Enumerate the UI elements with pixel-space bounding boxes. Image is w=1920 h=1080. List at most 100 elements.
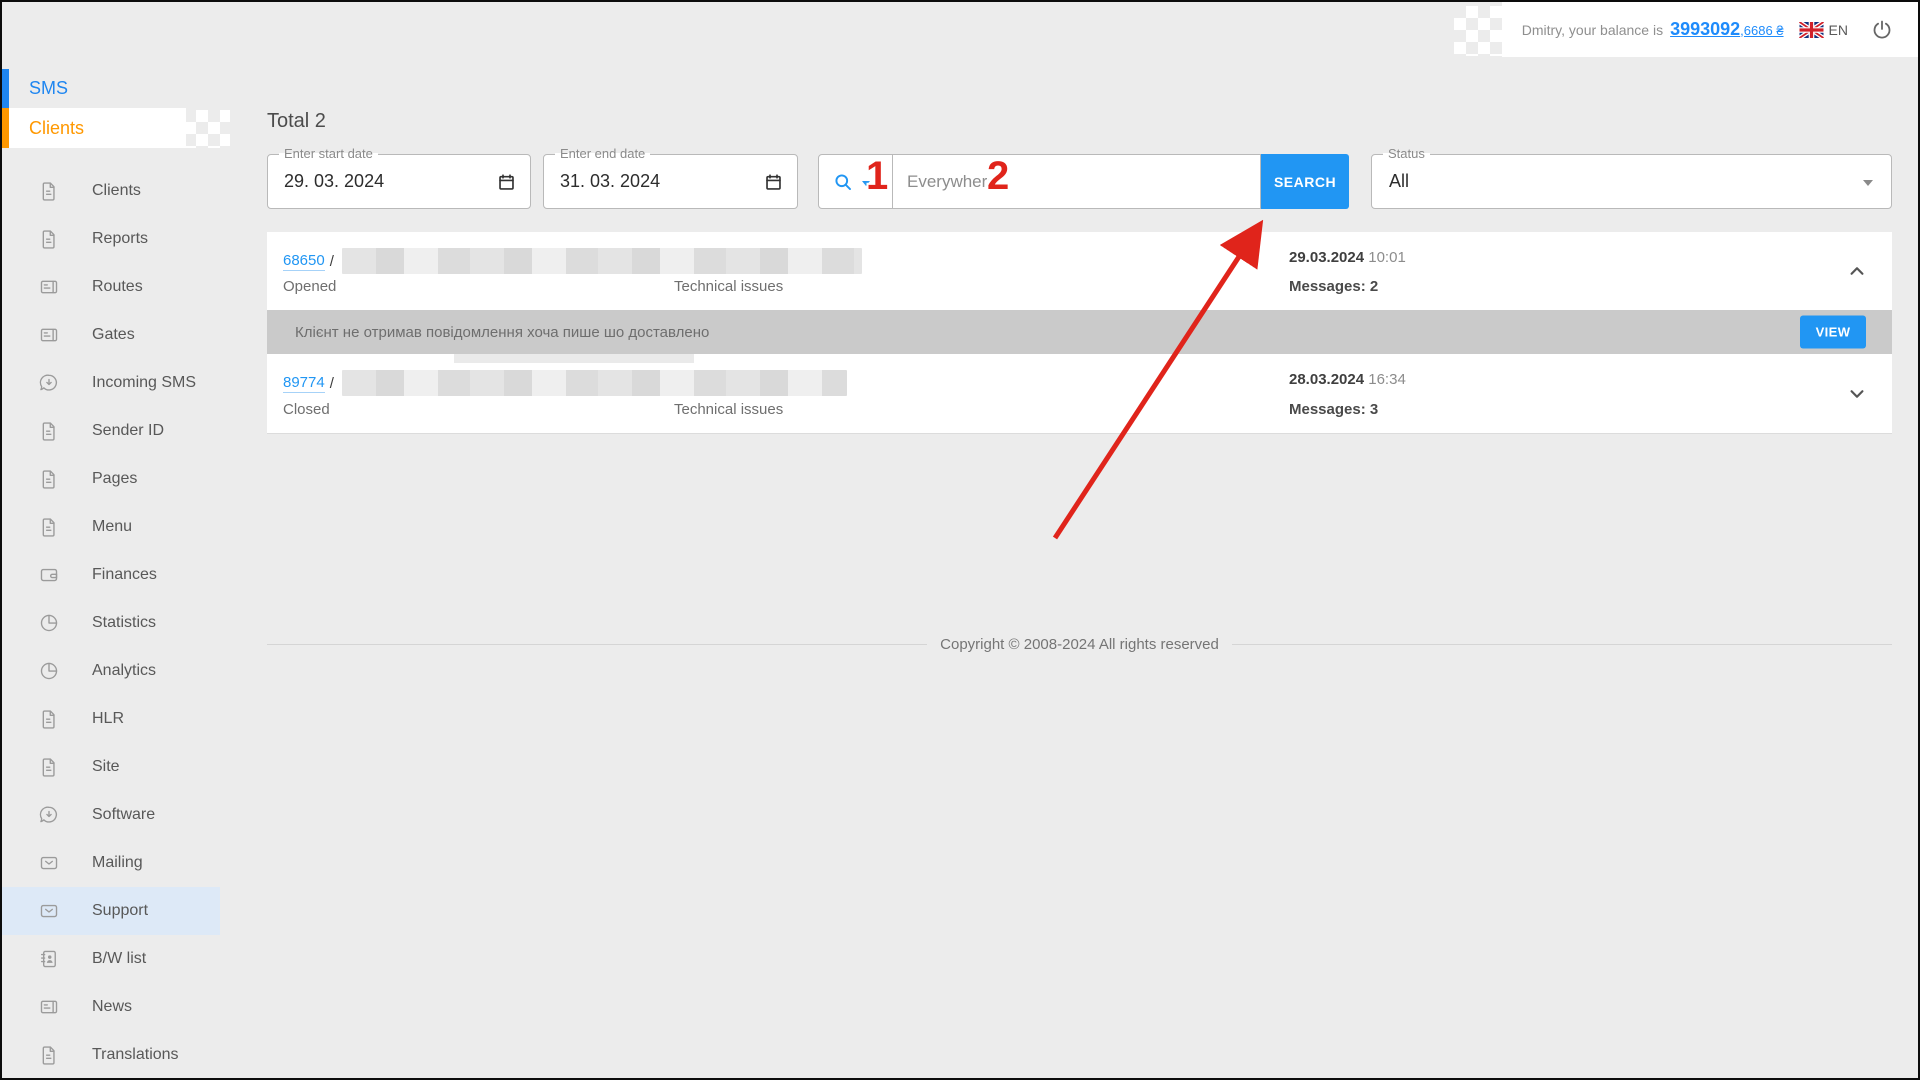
total-count-label: Total 2 [267, 110, 326, 133]
document-icon [38, 228, 60, 250]
footer-divider [1232, 644, 1892, 645]
search-query-field[interactable] [892, 154, 1261, 209]
ticket-category: Technical issues [674, 278, 783, 295]
annotation-number-2: 2 [987, 154, 1009, 199]
ticket-separator: / [330, 375, 334, 392]
sidebar-item-label: B/W list [92, 950, 146, 968]
ticket-id-link[interactable]: 68650 [283, 252, 325, 271]
sidebar-item-reports[interactable]: Reports [2, 215, 220, 263]
pie-chart-icon [38, 660, 60, 682]
sidebar-item-news[interactable]: News [2, 983, 220, 1031]
balance-label: Dmitry, your balance is [1522, 22, 1663, 38]
chevron-up-icon[interactable] [1844, 258, 1870, 284]
sidebar-item-gates[interactable]: Gates [2, 311, 220, 359]
envelope-icon [38, 852, 60, 874]
document-icon [38, 516, 60, 538]
list-card-icon [38, 324, 60, 346]
ticket-status: Closed [283, 401, 330, 418]
sidebar-nav: Clients Reports Routes Gates Incoming SMS Sen… [2, 167, 220, 1079]
status-value: All [1389, 171, 1409, 192]
search-query-input[interactable] [893, 155, 1260, 208]
sidebar-section-sms[interactable]: SMS [2, 69, 220, 108]
download-bubble-icon [38, 372, 60, 394]
ticket-time: 16:34 [1368, 371, 1406, 388]
sidebar-section-clients-label: Clients [29, 118, 84, 139]
status-select[interactable]: Status All [1371, 154, 1892, 209]
sidebar-item-b-w-list[interactable]: B/W list [2, 935, 220, 983]
balance-link[interactable]: 3993092,6686 ₴ [1670, 19, 1783, 40]
ticket-message-text: Клієнт не отримав повідомлення хоча пише… [295, 324, 709, 341]
ticket-messages-count: Messages: 3 [1289, 401, 1378, 418]
sidebar-item-label: Clients [92, 182, 141, 200]
calendar-icon[interactable] [496, 172, 517, 193]
ticket-id-link[interactable]: 89774 [283, 374, 325, 393]
ticket-category: Technical issues [674, 401, 783, 418]
sidebar-item-label: Sender ID [92, 422, 164, 440]
ticket-id-line: 68650/ [283, 248, 862, 274]
sidebar-item-incoming-sms[interactable]: Incoming SMS [2, 359, 220, 407]
sidebar-item-label: Menu [92, 518, 132, 536]
footer: Copyright © 2008-2024 All rights reserve… [267, 636, 1892, 653]
contacts-icon [38, 948, 60, 970]
sidebar-item-label: Analytics [92, 662, 156, 680]
ticket-date: 28.03.2024 [1289, 371, 1364, 388]
download-bubble-icon [38, 804, 60, 826]
sidebar-section-sms-label: SMS [29, 78, 68, 99]
list-card-icon [38, 996, 60, 1018]
sidebar-item-finances[interactable]: Finances [2, 551, 220, 599]
envelope-icon [38, 900, 60, 922]
balance-amount: 3993092 [1670, 19, 1740, 39]
power-icon[interactable] [1870, 18, 1894, 42]
document-icon [38, 708, 60, 730]
sidebar-item-support[interactable]: Support [2, 887, 220, 935]
sidebar-item-label: Translations [92, 1046, 179, 1064]
ticket-messages-count: Messages: 2 [1289, 278, 1378, 295]
sidebar-item-label: News [92, 998, 132, 1016]
end-date-input[interactable] [544, 155, 797, 208]
search-icon [832, 171, 855, 194]
sidebar-item-translations[interactable]: Translations [2, 1031, 220, 1079]
sidebar-item-pages[interactable]: Pages [2, 455, 220, 503]
view-button[interactable]: VIEW [1800, 316, 1866, 349]
sidebar-item-label: Reports [92, 230, 148, 248]
redacted-client-name [342, 370, 847, 396]
uk-flag-icon [1799, 22, 1824, 38]
ticket-message-row: Клієнт не отримав повідомлення хоча пише… [267, 310, 1892, 354]
sidebar-item-label: Site [92, 758, 120, 776]
sidebar-item-software[interactable]: Software [2, 791, 220, 839]
sidebar-item-site[interactable]: Site [2, 743, 220, 791]
language-switcher[interactable]: EN [1799, 22, 1848, 38]
search-button[interactable]: SEARCH [1261, 154, 1349, 209]
sidebar-section-clients[interactable]: Clients [2, 108, 186, 148]
chevron-down-icon [1863, 180, 1873, 186]
sidebar-item-label: Mailing [92, 854, 143, 872]
chevron-down-icon[interactable] [1844, 381, 1870, 407]
calendar-icon[interactable] [763, 172, 784, 193]
document-icon [38, 420, 60, 442]
ticket-datetime: 28.03.2024 16:34 [1289, 371, 1406, 388]
status-label: Status [1383, 146, 1430, 161]
sidebar-item-label: Pages [92, 470, 137, 488]
start-date-input[interactable] [268, 155, 530, 208]
sidebar-item-label: Software [92, 806, 155, 824]
sidebar-item-clients[interactable]: Clients [2, 167, 220, 215]
balance-fraction: ,6686 ₴ [1740, 23, 1783, 38]
sidebar-item-label: HLR [92, 710, 124, 728]
ticket-time: 10:01 [1368, 249, 1406, 266]
sidebar-item-hlr[interactable]: HLR [2, 695, 220, 743]
sidebar-item-label: Support [92, 902, 148, 920]
sidebar-item-statistics[interactable]: Statistics [2, 599, 220, 647]
sidebar-item-label: Routes [92, 278, 143, 296]
sidebar-item-routes[interactable]: Routes [2, 263, 220, 311]
sidebar-item-mailing[interactable]: Mailing [2, 839, 220, 887]
sidebar-item-menu[interactable]: Menu [2, 503, 220, 551]
redacted-client-name [342, 248, 862, 274]
end-date-field[interactable]: Enter end date [543, 154, 798, 209]
sidebar-item-sender-id[interactable]: Sender ID [2, 407, 220, 455]
sidebar-item-analytics[interactable]: Analytics [2, 647, 220, 695]
start-date-label: Enter start date [279, 146, 378, 161]
start-date-field[interactable]: Enter start date [267, 154, 531, 209]
document-icon [38, 468, 60, 490]
sidebar-item-label: Incoming SMS [92, 374, 196, 392]
document-icon [38, 756, 60, 778]
